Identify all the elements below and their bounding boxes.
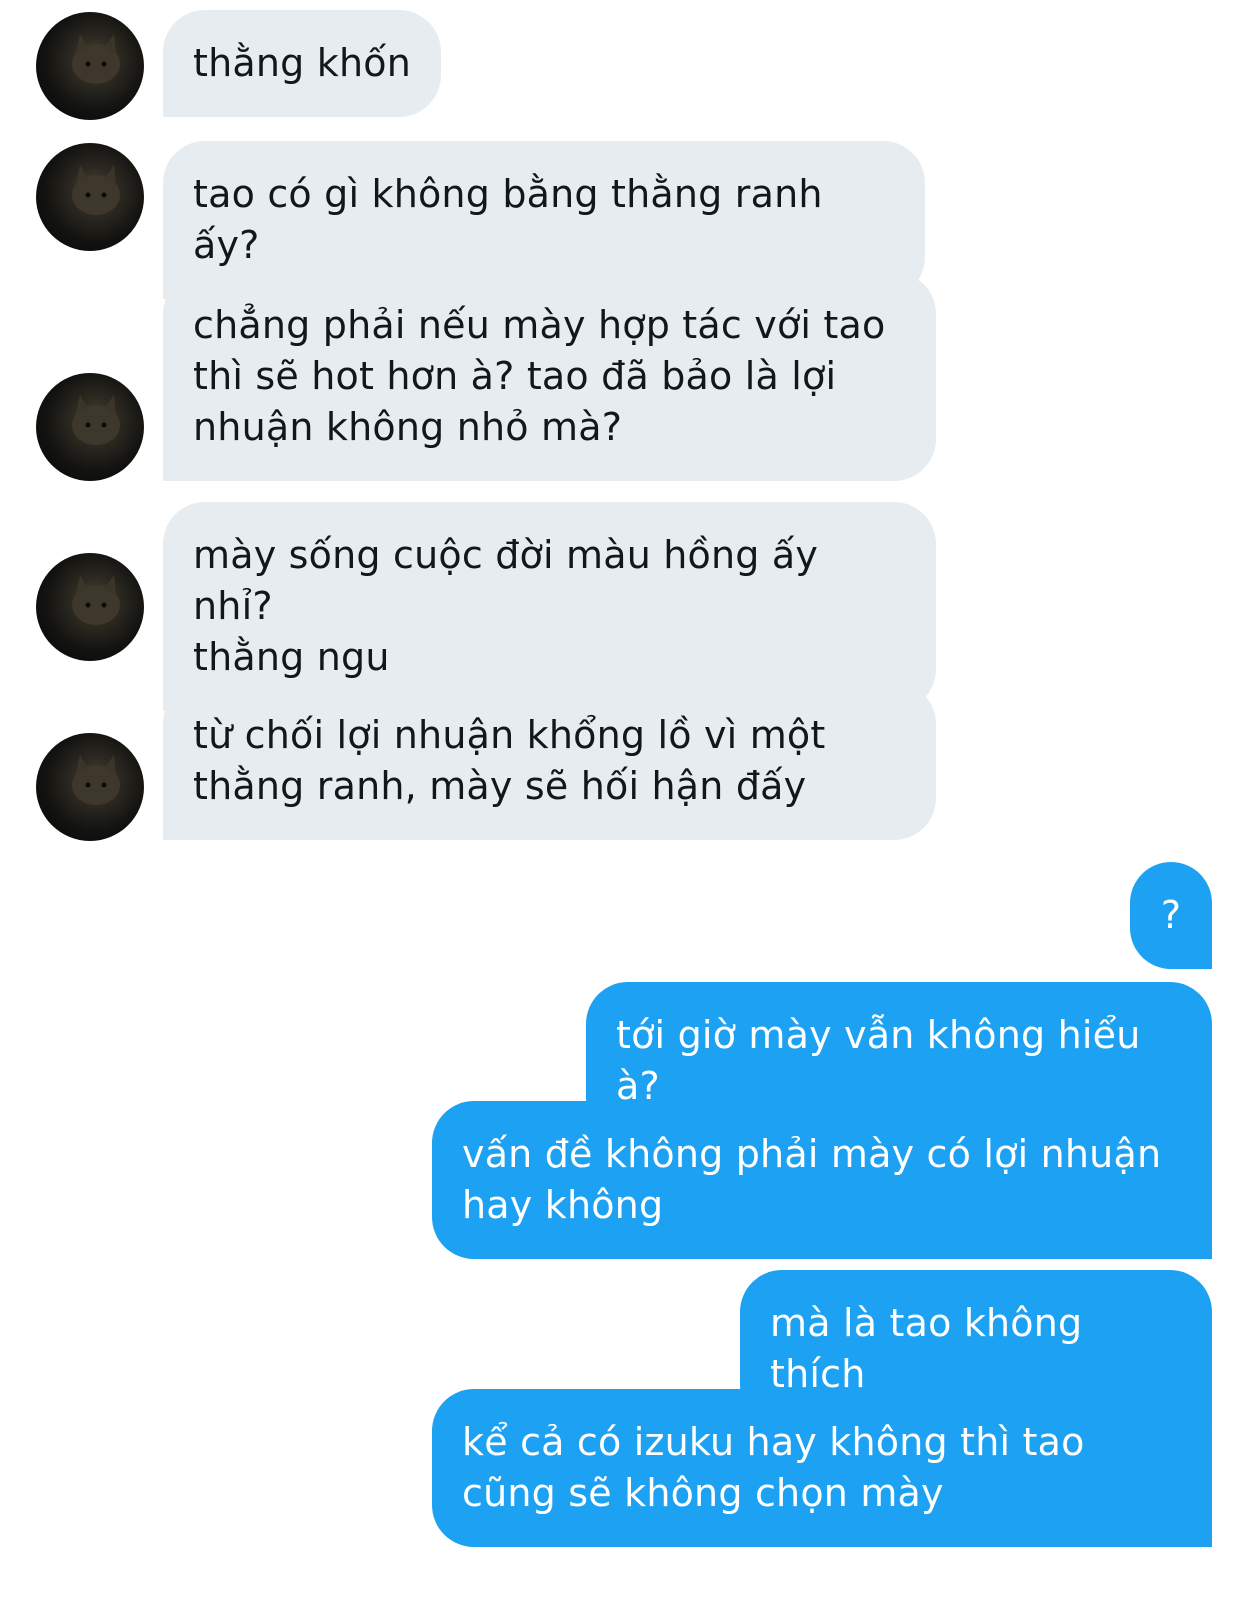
cat-avatar-icon — [72, 395, 120, 445]
incoming-message[interactable]: mày sống cuộc đời màu hồng ấy nhỉ? thằng… — [163, 502, 936, 711]
cat-avatar-icon — [72, 755, 120, 805]
incoming-message[interactable]: thằng khốn — [163, 10, 441, 117]
incoming-message[interactable]: chẳng phải nếu mày hợp tác với tao thì s… — [163, 272, 936, 481]
avatar[interactable] — [36, 733, 144, 841]
cat-avatar-icon — [72, 34, 120, 84]
incoming-message[interactable]: từ chối lợi nhuận khổng lồ vì một thằng … — [163, 682, 936, 840]
outgoing-message[interactable]: ? — [1130, 862, 1212, 969]
avatar[interactable] — [36, 373, 144, 481]
cat-avatar-icon — [72, 575, 120, 625]
avatar[interactable] — [36, 553, 144, 661]
avatar[interactable] — [36, 12, 144, 120]
outgoing-message[interactable]: kể cả có izuku hay không thì tao cũng sẽ… — [432, 1389, 1212, 1547]
cat-avatar-icon — [72, 165, 120, 215]
outgoing-message[interactable]: vấn đề không phải mày có lợi nhuận hay k… — [432, 1101, 1212, 1259]
avatar[interactable] — [36, 143, 144, 251]
chat-thread: thằng khốn tao có gì không bằng thằng ra… — [0, 0, 1242, 1617]
